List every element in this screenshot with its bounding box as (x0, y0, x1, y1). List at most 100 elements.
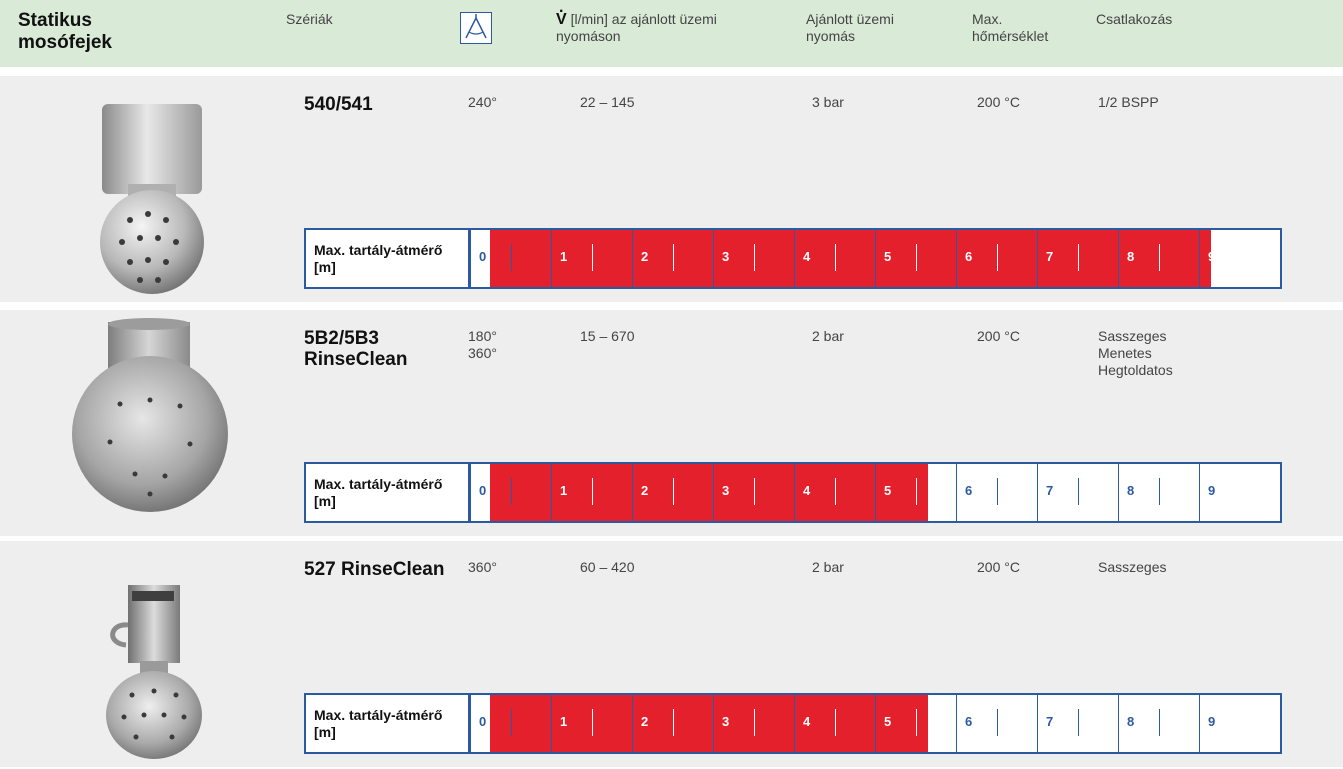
scale-tick-label: 2 (641, 483, 649, 498)
scale-tick-label: 5 (884, 714, 892, 729)
scale-tick-label: 6 (965, 483, 973, 498)
scale-tick-label: 3 (722, 483, 730, 498)
scale-tick-label: 0 (479, 714, 487, 729)
scale-tick-label: 8 (1127, 249, 1135, 264)
pressure-value: 2 bar (812, 559, 844, 575)
scale-label: Max. tartály-átmérő [m] (306, 695, 470, 752)
scale-tick-label: 1 (560, 249, 568, 264)
scale-half-tick (673, 478, 674, 505)
scale-tick-label: 9 (1208, 714, 1216, 729)
connection-value: 1/2 BSPP (1098, 94, 1159, 110)
scale-half-tick (754, 478, 755, 505)
scale-tick-label: 4 (803, 714, 811, 729)
tank-diameter-scale: Max. tartály-átmérő [m] 0 1 2 3 4 5 6 7 8 9 (304, 462, 1282, 523)
scale-tick-label: 3 (722, 714, 730, 729)
spray-angle-value: 240° (468, 94, 497, 110)
scale-half-tick (1159, 478, 1160, 505)
scale-tick-label: 7 (1046, 249, 1054, 264)
scale-half-tick (916, 709, 917, 736)
nozzle-540-image (40, 82, 260, 298)
product-row-540: 540/541 240° 22 – 145 3 bar 200 °C 1/2 B… (0, 76, 1343, 302)
connection-value: Sasszeges Menetes Hegtoldatos (1098, 328, 1173, 378)
scale-segment: 4 (794, 230, 875, 287)
scale-half-tick (1159, 709, 1160, 736)
page-title: Statikus mosófejek (18, 10, 112, 53)
spray-angle-icon (460, 12, 492, 44)
scale-segment: 8 (1118, 695, 1199, 752)
scale-segment: 1 (551, 230, 632, 287)
scale-half-tick (592, 244, 593, 271)
scale-half-tick (511, 709, 512, 736)
scale-half-tick (1078, 244, 1079, 271)
scale-half-tick (1078, 709, 1079, 736)
scale-tick-label: 1 (560, 714, 568, 729)
scale-half-tick (673, 244, 674, 271)
scale-half-tick (997, 478, 998, 505)
scale-tick-label: 3 (722, 249, 730, 264)
col-series-header: Szériák (286, 11, 333, 27)
flow-value: 15 – 670 (580, 328, 635, 344)
col-connection-header: Csatlakozás (1096, 11, 1173, 27)
pressure-value: 3 bar (812, 94, 844, 110)
col-temp-header: Max. hőmérséklet (972, 11, 1049, 44)
scale-tick-label: 2 (641, 249, 649, 264)
scale-half-tick (511, 244, 512, 271)
scale-tick-label: 7 (1046, 483, 1054, 498)
tank-diameter-scale: Max. tartály-átmérő [m] 0 1 2 3 4 5 6 7 8 9 (304, 228, 1282, 289)
connection-value: Sasszeges (1098, 559, 1167, 575)
scale-tick-label: 9 (1208, 249, 1216, 264)
scale-tick-label: 2 (641, 714, 649, 729)
scale-half-tick (997, 244, 998, 271)
scale-segment: 1 (551, 464, 632, 521)
scale-half-tick (673, 709, 674, 736)
col-flow-header: V [l/min] az ajánlott üzemi nyomáson (556, 11, 776, 45)
col-pressure-header: Ajánlott üzemi nyomás (806, 11, 894, 44)
scale-segment: 8 (1118, 230, 1199, 287)
scale-segment: 5 (875, 464, 956, 521)
product-row-5b2: 5B2/5B3 RinseClean 180° 360° 15 – 670 2 … (0, 310, 1343, 536)
scale-half-tick (835, 244, 836, 271)
table-header: Statikus mosófejek Szériák V [l/min] az … (0, 0, 1343, 67)
scale-segment: 3 (713, 695, 794, 752)
scale-half-tick (754, 244, 755, 271)
scale-tick-label: 8 (1127, 483, 1135, 498)
scale-segment: 6 (956, 230, 1037, 287)
scale-half-tick (1078, 478, 1079, 505)
product-row-527: 527 RinseClean 360° 60 – 420 2 bar 200 °… (0, 541, 1343, 767)
tank-diameter-scale: Max. tartály-átmérő [m] 0 1 2 3 4 5 6 7 8 9 (304, 693, 1282, 754)
nozzle-527-image (40, 545, 260, 761)
scale-segment: 5 (875, 695, 956, 752)
scale-segment: 2 (632, 464, 713, 521)
scale-half-tick (916, 244, 917, 271)
scale-half-tick (916, 478, 917, 505)
scale-label: Max. tartály-átmérő [m] (306, 464, 470, 521)
scale-segment: 0 (470, 230, 551, 287)
spray-angle-value: 360° (468, 559, 497, 575)
scale-segment: 7 (1037, 230, 1118, 287)
nozzle-5b2-image (40, 314, 260, 530)
flow-symbol: V (556, 11, 567, 28)
scale-segment: 4 (794, 695, 875, 752)
scale-label: Max. tartály-átmérő [m] (306, 230, 470, 287)
model-name: 527 RinseClean (304, 559, 445, 580)
temperature-value: 200 °C (977, 559, 1020, 575)
model-name: 5B2/5B3 RinseClean (304, 328, 408, 370)
scale-tick-label: 0 (479, 483, 487, 498)
spray-angle-value: 180° 360° (468, 328, 497, 361)
scale-segment: 6 (956, 695, 1037, 752)
scale-half-tick (511, 478, 512, 505)
scale-tick-label: 1 (560, 483, 568, 498)
flow-value: 22 – 145 (580, 94, 635, 110)
scale-segment: 7 (1037, 695, 1118, 752)
scale-segment: 0 (470, 695, 551, 752)
scale-half-tick (592, 478, 593, 505)
scale-segment: 0 (470, 464, 551, 521)
scale-half-tick (997, 709, 998, 736)
scale-tick-label: 4 (803, 249, 811, 264)
scale-half-tick (835, 709, 836, 736)
scale-half-tick (1159, 244, 1160, 271)
flow-header-text: [l/min] az ajánlott üzemi nyomáson (556, 11, 717, 44)
scale-tick-label: 0 (479, 249, 487, 264)
flow-value: 60 – 420 (580, 559, 635, 575)
scale-tick-label: 6 (965, 249, 973, 264)
